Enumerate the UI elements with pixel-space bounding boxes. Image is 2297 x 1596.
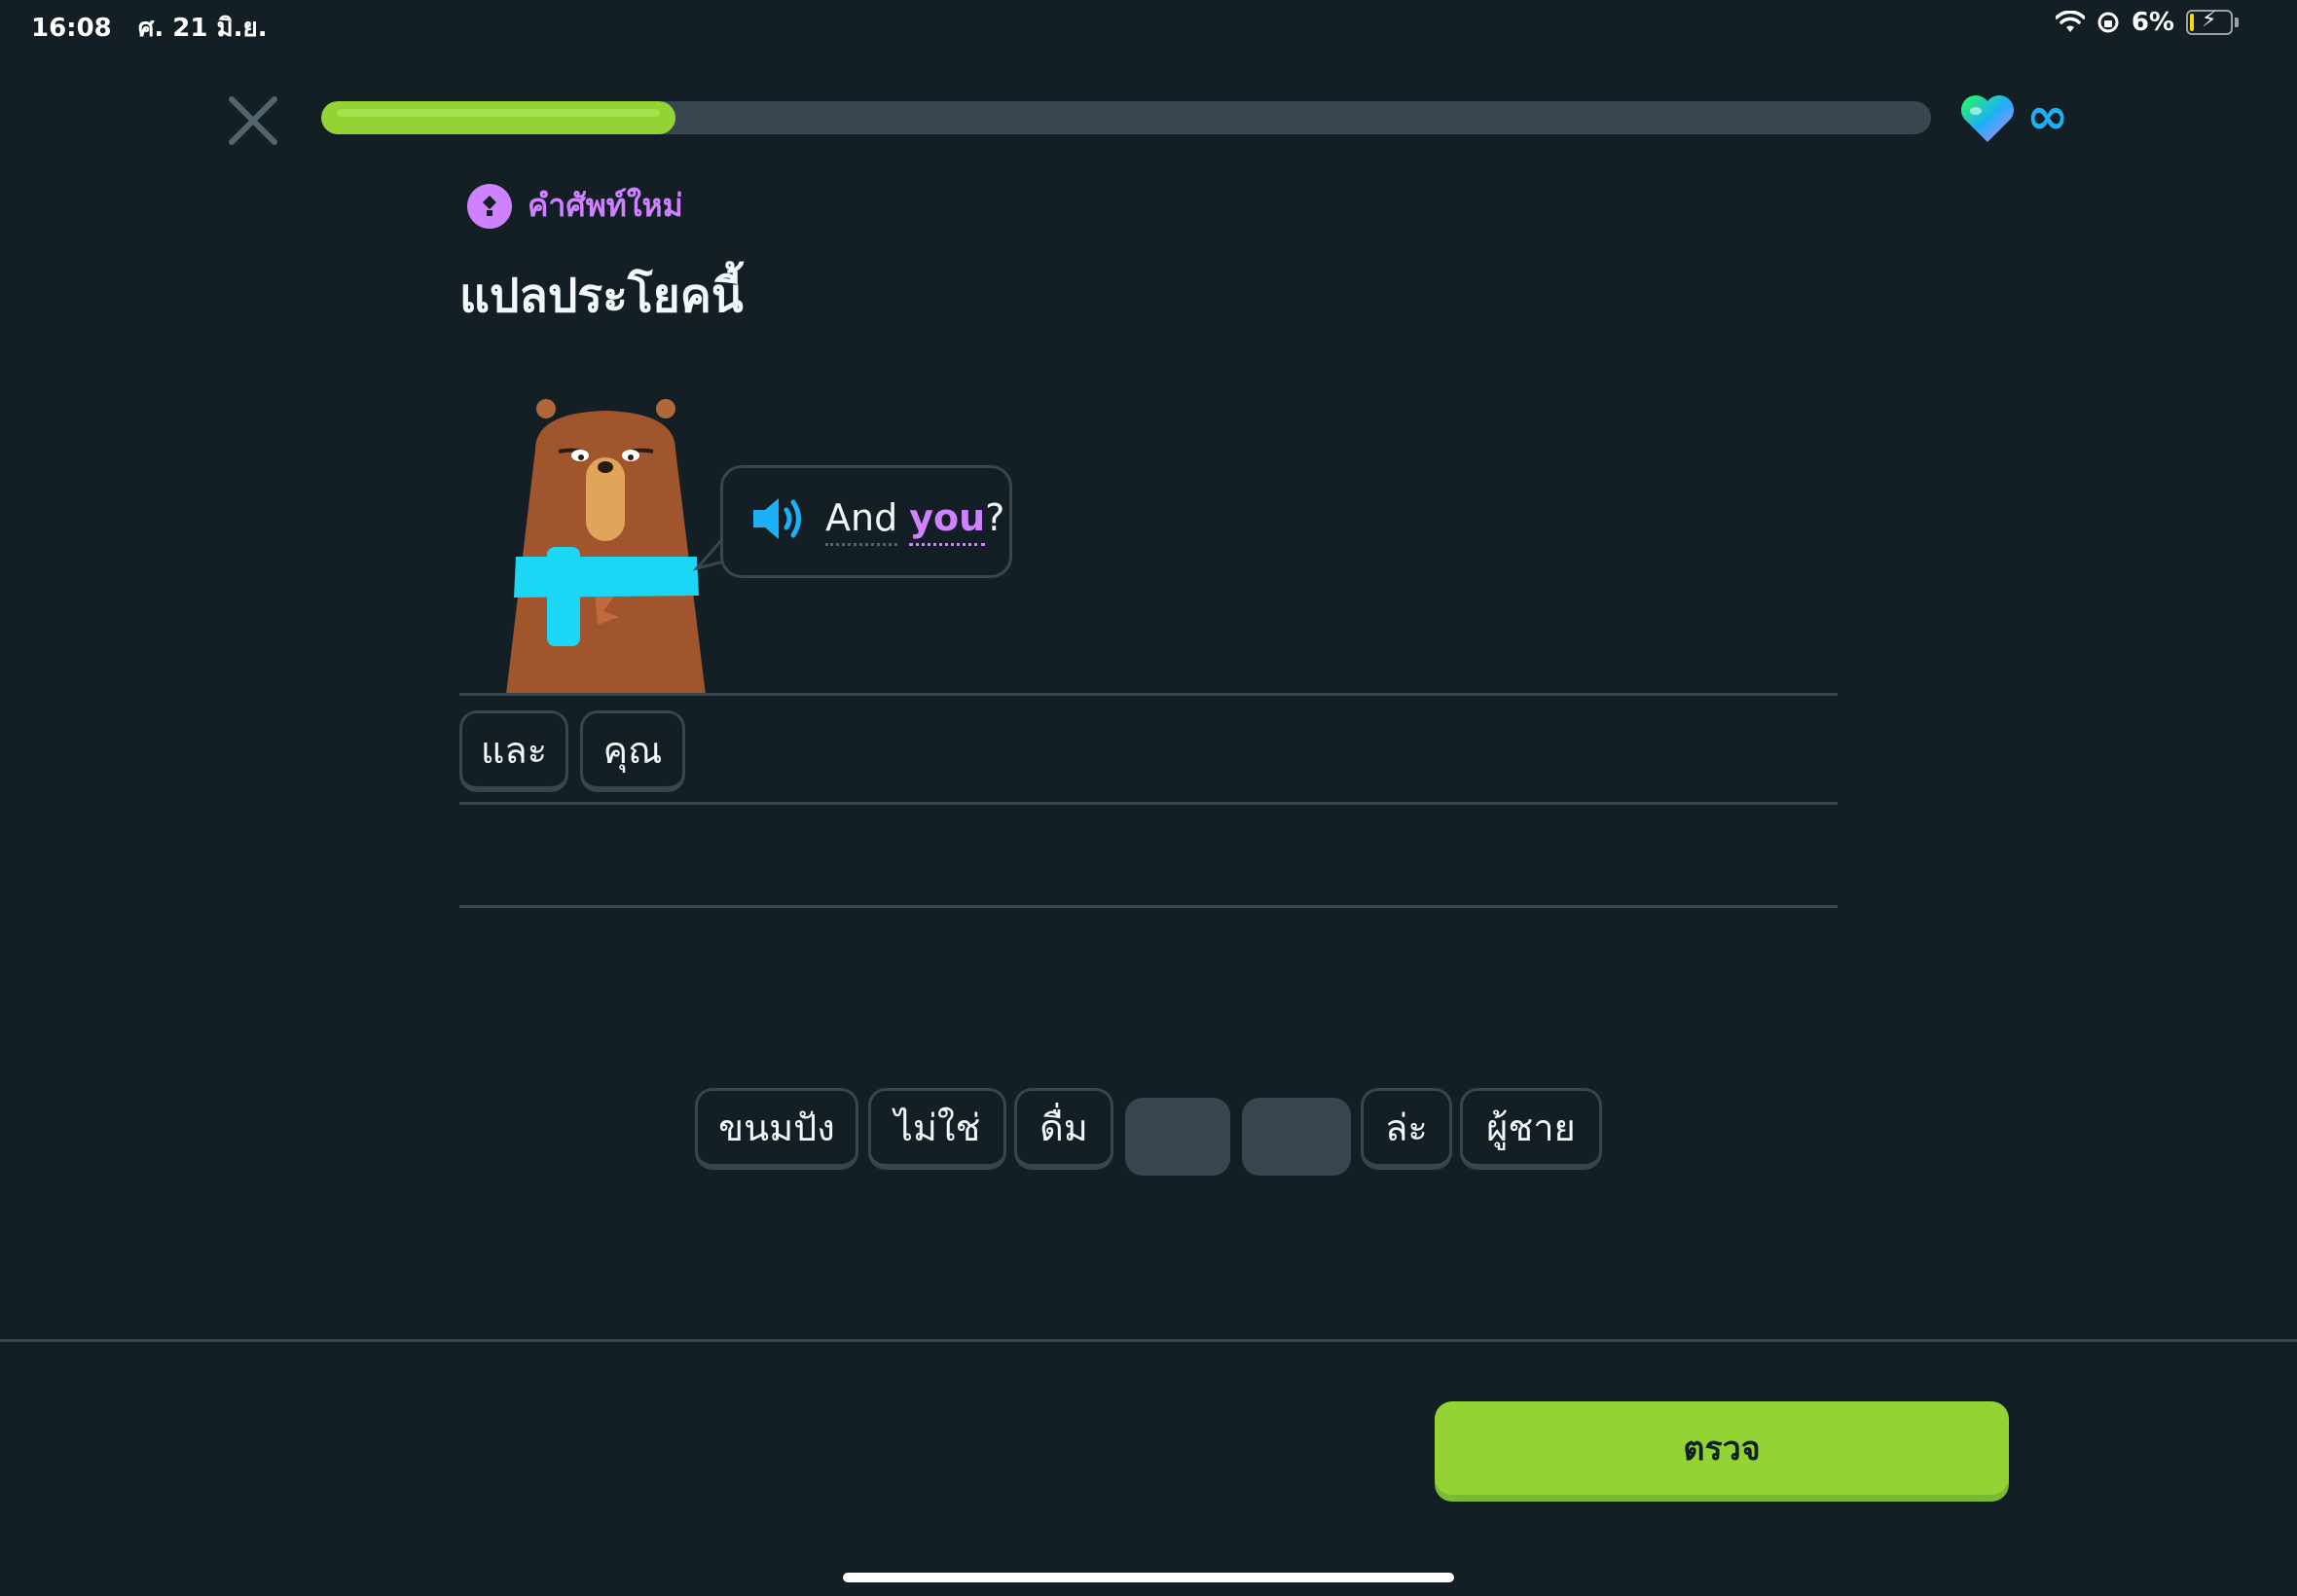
status-date: ศ. 21 มิ.ย. bbox=[137, 14, 268, 43]
battery-icon: ⚡ bbox=[2186, 8, 2233, 35]
wifi-icon bbox=[2055, 11, 2085, 32]
prompt-sentence: And you? bbox=[825, 496, 1005, 546]
speaker-icon[interactable] bbox=[749, 494, 806, 543]
new-word-badge: คำศัพท์ใหม่ bbox=[467, 181, 683, 231]
prompt-punctuation: ? bbox=[985, 496, 1005, 539]
answer-line bbox=[459, 693, 1838, 696]
word-bank-placeholder bbox=[1242, 1098, 1351, 1176]
word-bank-placeholder bbox=[1125, 1098, 1230, 1176]
battery-percent: 6% bbox=[2131, 8, 2174, 37]
battery-cap bbox=[2235, 18, 2239, 27]
new-word-icon bbox=[467, 183, 512, 229]
heart-icon[interactable] bbox=[1958, 93, 2017, 144]
check-button[interactable]: ตรวจ bbox=[1435, 1401, 2009, 1495]
answer-line bbox=[459, 905, 1838, 908]
word-bank-tile[interactable]: ดื่ม bbox=[1014, 1088, 1113, 1170]
page-title: แปลประโยคนี้ bbox=[459, 269, 744, 323]
progress-bar-fill bbox=[321, 101, 675, 134]
home-indicator[interactable] bbox=[843, 1573, 1454, 1582]
bear-character bbox=[506, 399, 706, 695]
prompt-word[interactable]: And bbox=[825, 496, 898, 546]
answer-tile[interactable]: คุณ bbox=[580, 710, 685, 792]
progress-bar bbox=[321, 101, 1931, 134]
prompt-word-new[interactable]: you bbox=[909, 496, 986, 546]
status-bar-left: 16:08 ศ. 21 มิ.ย. bbox=[31, 8, 285, 48]
word-bank-tile[interactable]: ขนมปัง bbox=[695, 1088, 858, 1170]
close-icon[interactable] bbox=[222, 90, 284, 152]
word-bank-tile[interactable]: ผู้ชาย bbox=[1460, 1088, 1602, 1170]
new-word-label: คำศัพท์ใหม่ bbox=[528, 187, 683, 224]
status-time: 16:08 bbox=[31, 14, 112, 43]
footer-divider bbox=[0, 1339, 2297, 1342]
word-bank-tile[interactable]: ไม่ใช่ bbox=[868, 1088, 1006, 1170]
status-bar-right: 6% ⚡ bbox=[2055, 8, 2239, 37]
answer-line bbox=[459, 802, 1838, 805]
answer-tile[interactable]: และ bbox=[459, 710, 568, 792]
hearts-count: ∞ bbox=[2026, 88, 2069, 146]
word-bank-tile[interactable]: ล่ะ bbox=[1361, 1088, 1452, 1170]
orientation-lock-icon bbox=[2097, 12, 2119, 33]
